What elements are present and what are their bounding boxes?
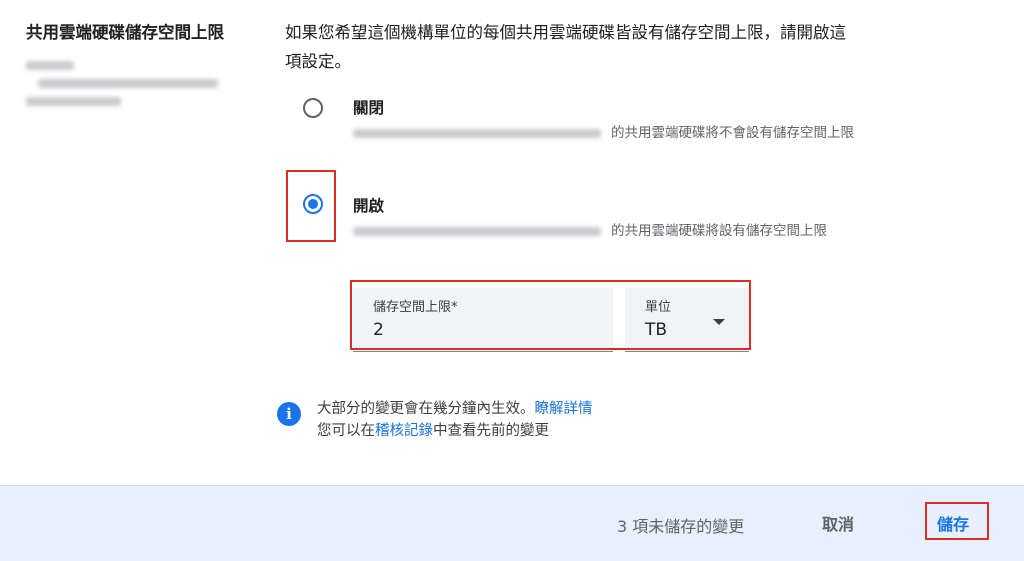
option-on-description: 的共用雲端硬碟將設有儲存空間上限	[353, 218, 863, 244]
info-icon: i	[277, 402, 301, 426]
unsaved-changes-bar: 3 項未儲存的變更 取消 儲存	[0, 485, 1024, 561]
blurred-text	[26, 97, 121, 106]
option-on-label: 開啟	[353, 197, 385, 215]
highlight-storage-fields	[350, 280, 751, 350]
option-off[interactable]: 關閉 的共用雲端硬碟將不會設有儲存空間上限	[285, 96, 885, 176]
blurred-inheritance-info	[26, 61, 256, 106]
blurred-text	[26, 61, 74, 70]
audit-log-link[interactable]: 稽核記錄	[375, 423, 433, 439]
option-off-label: 關閉	[353, 99, 385, 117]
setting-header: 共用雲端硬碟儲存空間上限	[26, 18, 256, 106]
cancel-button[interactable]: 取消	[822, 511, 854, 535]
option-off-description: 的共用雲端硬碟將不會設有儲存空間上限	[353, 120, 863, 146]
info-message: 大部分的變更會在幾分鐘內生效。瞭解詳情 您可以在稽核記錄中查看先前的變更	[317, 401, 593, 439]
radio-off[interactable]	[303, 98, 323, 118]
learn-more-link[interactable]: 瞭解詳情	[535, 401, 593, 417]
radio-on[interactable]	[303, 194, 323, 214]
option-on[interactable]: 開啟 的共用雲端硬碟將設有儲存空間上限	[285, 194, 885, 274]
setting-description: 如果您希望這個機構單位的每個共用雲端硬碟皆設有儲存空間上限，請開啟這項設定。	[285, 23, 846, 71]
setting-title: 共用雲端硬碟儲存空間上限	[26, 23, 224, 42]
blurred-text	[38, 79, 218, 88]
setting-body: 如果您希望這個機構單位的每個共用雲端硬碟皆設有儲存空間上限，請開啟這項設定。 關…	[285, 18, 985, 352]
unsaved-changes-count: 3 項未儲存的變更	[617, 517, 745, 536]
save-button[interactable]: 儲存	[937, 511, 969, 535]
blurred-ou-name	[353, 226, 601, 236]
blurred-ou-name	[353, 128, 601, 138]
